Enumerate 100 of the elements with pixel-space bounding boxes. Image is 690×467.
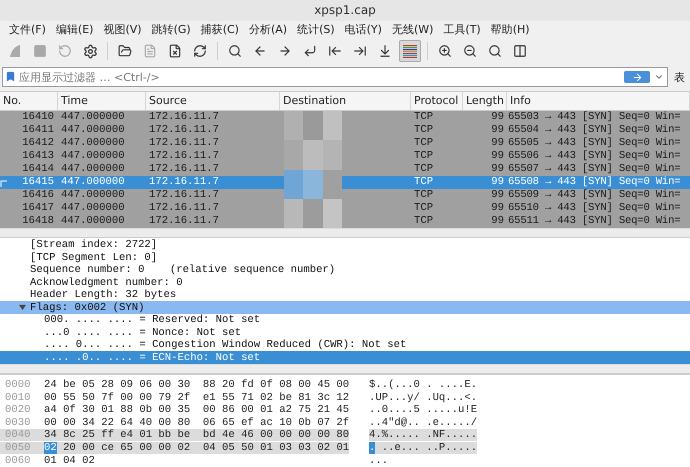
protocol-cell-text: TCP (413, 137, 434, 150)
source-cell-text: 172.16.11.7 (148, 202, 220, 216)
number-cell-text: 16416 (21, 189, 55, 202)
menu-item[interactable]: 文件(F) (4, 22, 51, 38)
colored-lines-button[interactable] (399, 40, 421, 62)
column-header[interactable]: Source (146, 92, 280, 110)
tree-text: Acknowledgment number: 0 (30, 276, 183, 289)
first-icon (328, 44, 342, 58)
menu-item[interactable]: 分析(A) (244, 22, 292, 38)
time-cell-text: 447.000000 (60, 202, 126, 216)
document-icon (143, 44, 157, 58)
close-file-icon (168, 44, 182, 58)
packet-row[interactable]: 16414 447.000000 172.16.11.7 TCP 99 65507 → 443 [SYN] Seq=0 Win= (0, 163, 690, 176)
hex-bytes: 34 8c 25 ff e4 01 bb be bd 4e 46 00 00 00 00 80 (44, 429, 350, 442)
tree-text: ...0 .... .... = Nonce: Not set (44, 326, 242, 339)
apply-button[interactable] (624, 71, 650, 84)
time-cell-text: 447.000000 (60, 163, 126, 176)
tree-text: .... .0.. .... = ECN-Echo: Not set (44, 352, 260, 364)
column-header[interactable]: Time (58, 92, 146, 110)
hex-bytes: 24 be 05 28 09 06 00 30 88 20 fd 0f 08 00 45 00 (44, 379, 350, 392)
packet-row[interactable]: 16412 447.000000 172.16.11.7 TCP 99 65505 → 443 [SYN] Seq=0 Win= (0, 137, 690, 150)
packet-row[interactable]: 16411 447.000000 172.16.11.7 TCP 99 65504 → 443 [SYN] Seq=0 Win= (0, 124, 690, 138)
protocol-cell-text: TCP (413, 111, 434, 124)
offset-text: 0040 (0, 429, 44, 442)
colored-lines-icon (402, 44, 418, 58)
ascii-text: .UP...y/ .Uq...<. (369, 392, 478, 404)
zoom-icon (488, 44, 502, 58)
info-cell-text: 65503 → 443 [SYN] Seq=0 Win= (507, 111, 682, 124)
tree-row[interactable]: .... 0... .... = Congestion Window Reduced (CWR): Not set (0, 338, 690, 352)
expression-label[interactable]: 表 (674, 70, 688, 85)
time-cell-text: 447.000000 (60, 176, 126, 190)
length-cell-text: 99 (490, 189, 505, 202)
tree-row[interactable]: [TCP Segment Len: 0] (0, 251, 690, 264)
packet-row[interactable]: 16410 447.000000 172.16.11.7 TCP 99 65503 → 443 [SYN] Seq=0 Win= (0, 111, 690, 124)
tree-text: Flags: 0x002 (SYN) (30, 302, 144, 314)
square-icon (33, 44, 47, 58)
search-icon (228, 44, 242, 58)
jump-arrow-icon (303, 44, 317, 58)
offset-text: 0030 (4, 416, 32, 429)
info-cell-text: 65507 → 443 [SYN] Seq=0 Win= (507, 163, 682, 176)
packet-row[interactable]: 16413 447.000000 172.16.11.7 TCP 99 65506 → 443 [SYN] Seq=0 Win= (0, 150, 690, 164)
arrow-left-icon (253, 44, 267, 58)
source-cell-text: 172.16.11.7 (148, 150, 220, 164)
tree-row[interactable]: Header Length: 32 bytes (0, 288, 690, 302)
menu-item[interactable]: 帮助(H) (486, 22, 535, 38)
offset-text: 0000 (4, 379, 32, 392)
time-cell-text: 447.000000 (60, 111, 126, 124)
menu-item[interactable]: 工具(T) (438, 22, 486, 38)
time-cell-text: 447.000000 (60, 124, 126, 138)
length-cell-text: 99 (490, 150, 505, 164)
horizontal-scrollbar[interactable] (0, 228, 690, 238)
tree-row[interactable]: ...0 .... .... = Nonce: Not set (0, 326, 690, 339)
menu-item[interactable]: 跳转(G) (146, 22, 196, 38)
menu-item[interactable]: 无线(W) (386, 22, 438, 38)
time-cell-text: 447.000000 (60, 189, 126, 202)
offset-text: 0050 (0, 442, 44, 454)
hex-bytes: 00 00 34 22 64 40 00 80 06 65 ef ac 10 0b 07 2f (44, 416, 350, 429)
number-cell-text: 16418 (21, 215, 55, 228)
length-cell-text: 99 (490, 137, 505, 150)
tree-text: [Stream index: 2722] (30, 239, 158, 252)
menu-item[interactable]: 视图(V) (98, 22, 147, 38)
menu-item[interactable]: 编辑(E) (50, 22, 98, 38)
protocol-cell-text: TCP (413, 202, 434, 216)
expand-arrow-icon[interactable] (19, 304, 26, 312)
tree-text: Sequence number: 0 (relative sequence number) (30, 264, 336, 276)
tree-row[interactable]: 000. .... .... = Reserved: Not set (0, 314, 690, 326)
column-header[interactable]: Destination (280, 92, 411, 110)
tree-row[interactable]: Acknowledgment number: 0 (0, 276, 690, 289)
source-cell-text: 172.16.11.7 (148, 176, 220, 190)
menu-item[interactable]: 捕获(C) (196, 22, 244, 38)
display-filter-field[interactable]: 应用显示过滤器 … <Ctrl-/> (2, 67, 668, 88)
protocol-cell-text: TCP (413, 215, 434, 228)
window-title: xpsp1.cap (0, 0, 690, 21)
ascii-text: $..(...0 . ....E. (369, 379, 478, 392)
tree-text: .... 0... .... = Congestion Window Reduced (CWR): Not set (44, 339, 406, 352)
info-cell-text: 65506 → 443 [SYN] Seq=0 Win= (507, 150, 682, 163)
hex-bytes: 00 55 50 7f 00 00 79 2f e1 55 71 02 be 81 3c 12 (44, 392, 350, 404)
menu-item[interactable]: 电话(Y) (340, 22, 387, 38)
protocol-cell-text: TCP (413, 163, 434, 176)
info-cell-text: 65511 → 443 [SYN] Seq=0 Win= (507, 215, 682, 228)
column-header[interactable]: Info (507, 92, 690, 110)
column-header[interactable]: Length (463, 92, 507, 110)
tree-text: [TCP Segment Len: 0] (30, 252, 158, 264)
packet-row[interactable]: 16418 447.000000 172.16.11.7 TCP 99 65511 → 443 [SYN] Seq=0 Win= (0, 215, 690, 228)
horizontal-scrollbar[interactable] (0, 364, 690, 374)
tree-row[interactable]: [Stream index: 2722] (0, 238, 690, 252)
folder-icon (118, 44, 132, 58)
source-cell-text: 172.16.11.7 (148, 124, 220, 138)
menu-item[interactable]: 统计(S) (292, 22, 340, 38)
tree-row[interactable]: Sequence number: 0 (relative sequence number) (0, 264, 690, 276)
packet-row[interactable]: 16417 447.000000 172.16.11.7 TCP 99 65510 → 443 [SYN] Seq=0 Win= (0, 202, 690, 216)
autoscroll-icon (378, 44, 392, 58)
column-header[interactable]: Protocol (411, 92, 463, 110)
number-cell-text: 16413 (21, 150, 55, 164)
last-icon (353, 44, 367, 58)
column-header[interactable]: No. (0, 92, 58, 110)
highlighted-tree-row[interactable]: Flags: 0x002 (SYN) (0, 301, 690, 314)
packet-row[interactable]: 16416 447.000000 172.16.11.7 TCP 99 65509 → 443 [SYN] Seq=0 Win= (0, 189, 690, 202)
offset-text: 0020 (4, 404, 32, 416)
protocol-cell-text: TCP (413, 189, 434, 202)
